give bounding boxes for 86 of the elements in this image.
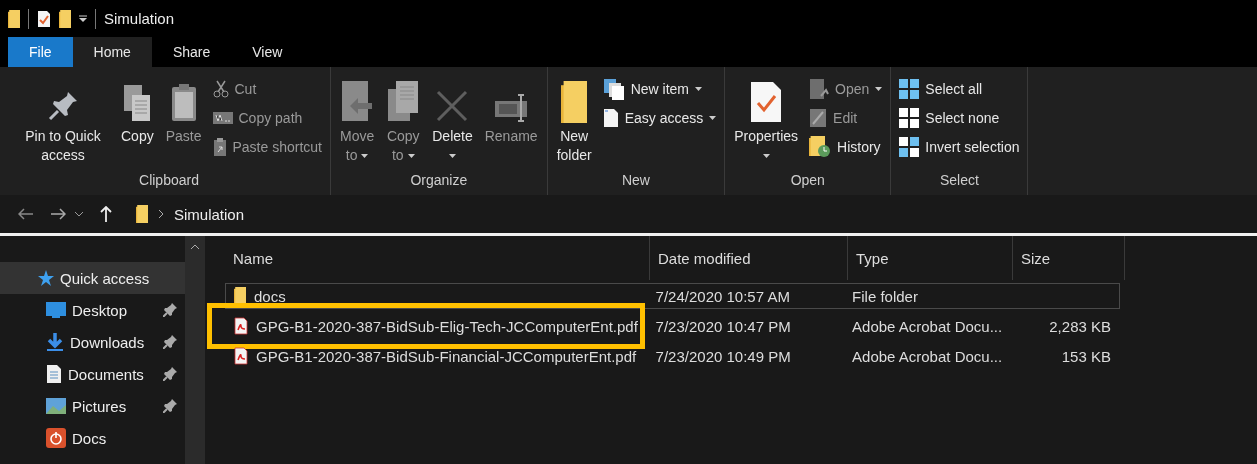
folder-icon [561,81,588,123]
star-icon [38,270,54,286]
file-menu-button[interactable]: File [8,37,73,67]
clipboard-icon [169,83,198,123]
group-label: New [620,171,651,190]
document-icon [46,364,62,384]
monitor-icon [46,302,66,318]
file-row[interactable]: docs 7/24/2020 10:57 AM File folder [225,283,1120,309]
scissors-icon [212,80,229,98]
checkmark-page-icon[interactable] [37,9,51,28]
documents-icon [602,78,625,100]
ribbon-button[interactable]: Copy [116,71,159,169]
date-modified: 7/23/2020 10:47 PM [655,317,791,335]
group-label: Open [789,171,826,190]
customize-toolbar-icon[interactable] [79,14,87,23]
page-arrow-icon [340,79,375,123]
folder-icon [234,287,246,305]
nav-item[interactable]: Pictures [0,390,185,422]
page-arrow-icon [809,78,830,100]
file-type: Adobe Acrobat Docu... [852,317,1003,335]
file-name: GPG-B1-2020-387-BidSub-Elig-Tech-JCComputerEnt.pdf [256,317,638,335]
invert-selection-icon [899,137,920,157]
select-none-icon [899,108,920,128]
group-label: Select [938,171,980,190]
cross-icon [435,89,470,123]
ribbon-tab[interactable]: Home [72,37,152,67]
checkmark-page-icon [749,81,784,123]
file-row[interactable]: GPG-B1-2020-387-BidSub-Elig-Tech-JCComputerEnt.pdf 7/23/2020 10:47 PM Adobe Acrobat Docu... 2,283 KB [225,313,1120,339]
scroll-up-icon[interactable] [190,244,200,250]
file-name: docs [254,287,286,305]
window-title: Simulation [104,10,175,27]
file-name: GPG-B1-2020-387-BidSub-Financial-JCComputerEnt.pdf [256,347,637,365]
file-row[interactable]: GPG-B1-2020-387-BidSub-Financial-JCComputerEnt.pdf 7/23/2020 10:49 PM Adobe Acrobat Docu... 153 KB [225,343,1120,369]
pin-icon [46,89,80,123]
column-header[interactable]: Type [848,236,1013,280]
nav-item[interactable]: Downloads [0,326,185,358]
nav-item[interactable]: Documents [0,358,185,390]
page-icon [602,108,619,128]
forward-arrow-icon[interactable] [50,208,66,220]
picture-icon [46,398,66,414]
ribbon-button[interactable]: Properties [729,71,804,169]
file-size: 153 KB [1061,347,1111,365]
group-label: Organize [409,171,469,190]
folder-icon [8,9,20,28]
folder-icon [136,205,148,223]
ribbon-button[interactable]: New folder [551,71,597,169]
up-arrow-icon[interactable] [100,206,112,222]
down-arrow-icon [46,333,64,351]
date-modified: 7/24/2020 10:57 AM [655,287,790,305]
power-icon [46,428,66,448]
chevron-right-icon[interactable] [158,209,164,219]
ribbon-button[interactable]: Delete [427,71,478,169]
folder-clock-icon [809,136,832,158]
group-label: Clipboard [138,171,200,190]
file-type: File folder [852,287,918,305]
chevron-down-icon[interactable] [74,211,84,217]
breadcrumb[interactable]: Simulation [174,205,245,223]
pencil-page-icon [809,108,828,128]
ribbon-button[interactable]: Pin to Quick access [12,71,114,169]
nav-item[interactable]: Docs [0,422,185,454]
shortcut-icon [212,138,227,156]
nav-item[interactable]: Desktop [0,294,185,326]
ribbon-button[interactable]: Select none [895,106,1024,130]
ribbon-button[interactable]: History [805,135,887,159]
pages-icon [122,83,153,123]
ribbon-button[interactable]: Select all [895,77,1024,101]
ribbon-tab[interactable]: Share [151,37,232,67]
column-header[interactable]: Name [225,236,650,280]
ribbon-tab[interactable]: View [231,37,304,67]
pdf-icon [234,347,248,365]
pdf-icon [234,317,248,335]
back-arrow-icon[interactable] [18,208,34,220]
date-modified: 7/23/2020 10:49 PM [655,347,791,365]
column-header[interactable]: Size [1013,236,1125,280]
ribbon-button[interactable]: Easy access [598,106,721,130]
file-size: 2,283 KB [1049,317,1111,335]
pages-icon [386,79,421,123]
select-all-icon [899,79,920,99]
rename-icon [494,93,529,123]
nav-item[interactable]: Quick access [0,262,185,294]
file-type: Adobe Acrobat Docu... [852,347,1003,365]
path-icon [212,112,233,124]
ribbon-button[interactable]: New item [598,77,721,101]
column-header[interactable]: Date modified [650,236,848,280]
folder-icon[interactable] [59,9,71,28]
ribbon-button[interactable]: Invert selection [895,135,1024,159]
